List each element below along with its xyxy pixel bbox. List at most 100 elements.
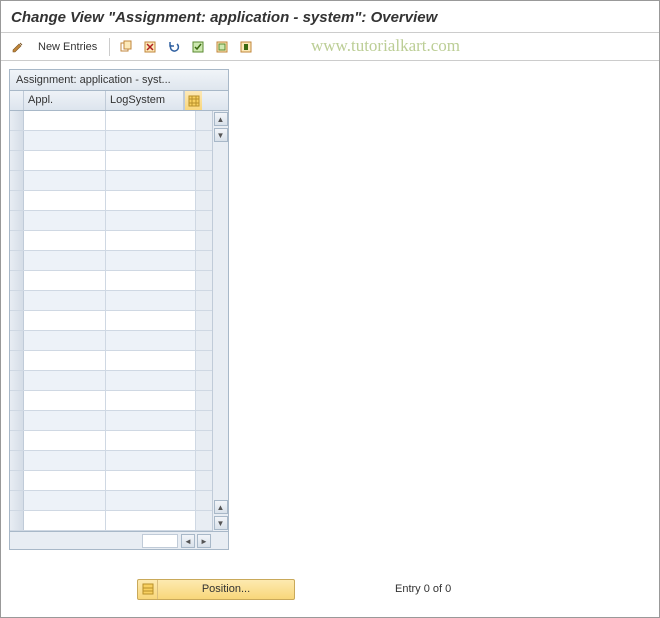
row-selector[interactable] <box>10 211 24 230</box>
cell-appl[interactable] <box>24 151 106 170</box>
row-selector[interactable] <box>10 171 24 190</box>
configure-columns-icon[interactable] <box>184 91 202 110</box>
row-selector[interactable] <box>10 191 24 210</box>
scroll-down-bottom-icon[interactable]: ▼ <box>214 516 228 530</box>
cell-logsystem[interactable] <box>106 331 196 350</box>
row-selector[interactable] <box>10 371 24 390</box>
row-selector[interactable] <box>10 151 24 170</box>
row-selector[interactable] <box>10 411 24 430</box>
cell-logsystem[interactable] <box>106 151 196 170</box>
data-grid: Appl. LogSystem ▲ ▼ ▲ ▼ ◄ <box>10 91 228 549</box>
row-selector[interactable] <box>10 251 24 270</box>
row-selector[interactable] <box>10 311 24 330</box>
cell-logsystem[interactable] <box>106 511 196 530</box>
scroll-right-icon[interactable]: ► <box>197 534 211 548</box>
table-row <box>10 511 212 531</box>
cell-appl[interactable] <box>24 171 106 190</box>
cell-appl[interactable] <box>24 451 106 470</box>
table-row <box>10 411 212 431</box>
cell-appl[interactable] <box>24 331 106 350</box>
grid-header: Appl. LogSystem <box>10 91 228 111</box>
undo-change-icon[interactable] <box>163 37 185 57</box>
table-row <box>10 151 212 171</box>
cell-logsystem[interactable] <box>106 131 196 150</box>
scroll-up-icon[interactable]: ▲ <box>214 112 228 126</box>
cell-appl[interactable] <box>24 411 106 430</box>
row-selector[interactable] <box>10 351 24 370</box>
cell-appl[interactable] <box>24 391 106 410</box>
new-entries-button[interactable]: New Entries <box>31 37 104 57</box>
select-block-icon[interactable] <box>211 37 233 57</box>
page-title: Change View "Assignment: application - s… <box>1 1 659 33</box>
cell-appl[interactable] <box>24 311 106 330</box>
cell-logsystem[interactable] <box>106 491 196 510</box>
column-header-appl[interactable]: Appl. <box>24 91 106 110</box>
cell-appl[interactable] <box>24 231 106 250</box>
cell-appl[interactable] <box>24 511 106 530</box>
row-selector[interactable] <box>10 391 24 410</box>
cell-logsystem[interactable] <box>106 271 196 290</box>
deselect-all-icon[interactable] <box>235 37 257 57</box>
cell-logsystem[interactable] <box>106 291 196 310</box>
cell-appl[interactable] <box>24 271 106 290</box>
cell-logsystem[interactable] <box>106 371 196 390</box>
row-selector[interactable] <box>10 231 24 250</box>
table-row <box>10 131 212 151</box>
delete-icon[interactable] <box>139 37 161 57</box>
table-row <box>10 451 212 471</box>
cell-logsystem[interactable] <box>106 251 196 270</box>
cell-appl[interactable] <box>24 211 106 230</box>
row-selector[interactable] <box>10 511 24 530</box>
cell-logsystem[interactable] <box>106 191 196 210</box>
cell-logsystem[interactable] <box>106 171 196 190</box>
scroll-left-icon[interactable]: ◄ <box>181 534 195 548</box>
cell-logsystem[interactable] <box>106 471 196 490</box>
table-row <box>10 351 212 371</box>
cell-appl[interactable] <box>24 491 106 510</box>
position-button[interactable]: Position... <box>137 579 295 600</box>
row-selector[interactable] <box>10 491 24 510</box>
cell-logsystem[interactable] <box>106 431 196 450</box>
cell-logsystem[interactable] <box>106 211 196 230</box>
row-selector[interactable] <box>10 331 24 350</box>
header-select-all[interactable] <box>10 91 24 110</box>
cell-appl[interactable] <box>24 351 106 370</box>
grid-footer: ◄ ► <box>10 531 228 549</box>
table-row <box>10 111 212 131</box>
footer-bar: Position... Entry 0 of 0 <box>1 575 659 603</box>
cell-logsystem[interactable] <box>106 231 196 250</box>
cell-appl[interactable] <box>24 131 106 150</box>
cell-logsystem[interactable] <box>106 391 196 410</box>
scroll-up-bottom-icon[interactable]: ▲ <box>214 500 228 514</box>
cell-appl[interactable] <box>24 251 106 270</box>
select-all-icon[interactable] <box>187 37 209 57</box>
position-icon <box>138 580 158 599</box>
cell-appl[interactable] <box>24 191 106 210</box>
content-area: Assignment: application - syst... Appl. … <box>1 61 659 558</box>
column-header-logsystem[interactable]: LogSystem <box>106 91 184 110</box>
cell-appl[interactable] <box>24 471 106 490</box>
row-selector[interactable] <box>10 291 24 310</box>
toggle-display-change-icon[interactable] <box>7 37 29 57</box>
position-label: Position... <box>158 583 294 595</box>
copy-as-icon[interactable] <box>115 37 137 57</box>
horizontal-scroll-thumb[interactable] <box>142 534 178 548</box>
cell-appl[interactable] <box>24 291 106 310</box>
cell-logsystem[interactable] <box>106 311 196 330</box>
table-title: Assignment: application - syst... <box>10 70 228 91</box>
row-selector[interactable] <box>10 451 24 470</box>
cell-logsystem[interactable] <box>106 451 196 470</box>
cell-appl[interactable] <box>24 111 106 130</box>
row-selector[interactable] <box>10 111 24 130</box>
cell-appl[interactable] <box>24 431 106 450</box>
table-row <box>10 191 212 211</box>
scroll-down-icon[interactable]: ▼ <box>214 128 228 142</box>
cell-logsystem[interactable] <box>106 351 196 370</box>
row-selector[interactable] <box>10 271 24 290</box>
cell-appl[interactable] <box>24 371 106 390</box>
row-selector[interactable] <box>10 471 24 490</box>
row-selector[interactable] <box>10 131 24 150</box>
row-selector[interactable] <box>10 431 24 450</box>
cell-logsystem[interactable] <box>106 411 196 430</box>
cell-logsystem[interactable] <box>106 111 196 130</box>
